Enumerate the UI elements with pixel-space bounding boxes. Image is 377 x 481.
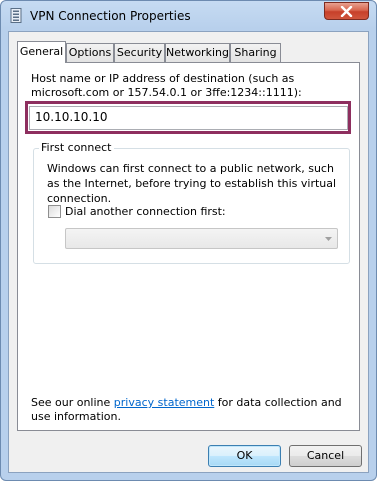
privacy-prefix: See our online [31, 396, 114, 409]
privacy-statement-link[interactable]: privacy statement [114, 396, 215, 409]
tab-general[interactable]: General [17, 41, 66, 63]
first-connect-description: Windows can first connect to a public ne… [47, 162, 337, 205]
tab-sharing[interactable]: Sharing [230, 43, 281, 62]
dialog-window: VPN Connection Properties General Option… [0, 0, 377, 481]
chevron-down-icon [325, 237, 332, 241]
first-connect-group: First connect Windows can first connect … [33, 141, 350, 264]
cancel-button[interactable]: Cancel [289, 445, 362, 467]
close-icon [340, 6, 353, 17]
title-bar[interactable]: VPN Connection Properties [1, 1, 376, 31]
host-input[interactable]: 10.10.10.10 [29, 106, 348, 130]
dialog-client-area: General Options Security Networking Shar… [8, 31, 369, 473]
host-label: Host name or IP address of destination (… [31, 72, 302, 99]
tab-security[interactable]: Security [114, 43, 165, 62]
connection-select[interactable] [65, 228, 338, 249]
ok-button[interactable]: OK [208, 445, 281, 467]
privacy-note: See our online privacy statement for dat… [31, 396, 351, 424]
dial-another-label[interactable]: Dial another connection first: [65, 205, 226, 218]
dial-another-checkbox[interactable] [48, 205, 61, 218]
first-connect-legend: First connect [39, 141, 114, 155]
tab-networking[interactable]: Networking [165, 43, 230, 62]
window-title: VPN Connection Properties [30, 9, 191, 23]
tab-options[interactable]: Options [66, 43, 114, 62]
close-button[interactable] [324, 2, 369, 20]
general-tab-panel: Host name or IP address of destination (… [17, 62, 360, 431]
vpn-connection-icon [10, 8, 22, 23]
